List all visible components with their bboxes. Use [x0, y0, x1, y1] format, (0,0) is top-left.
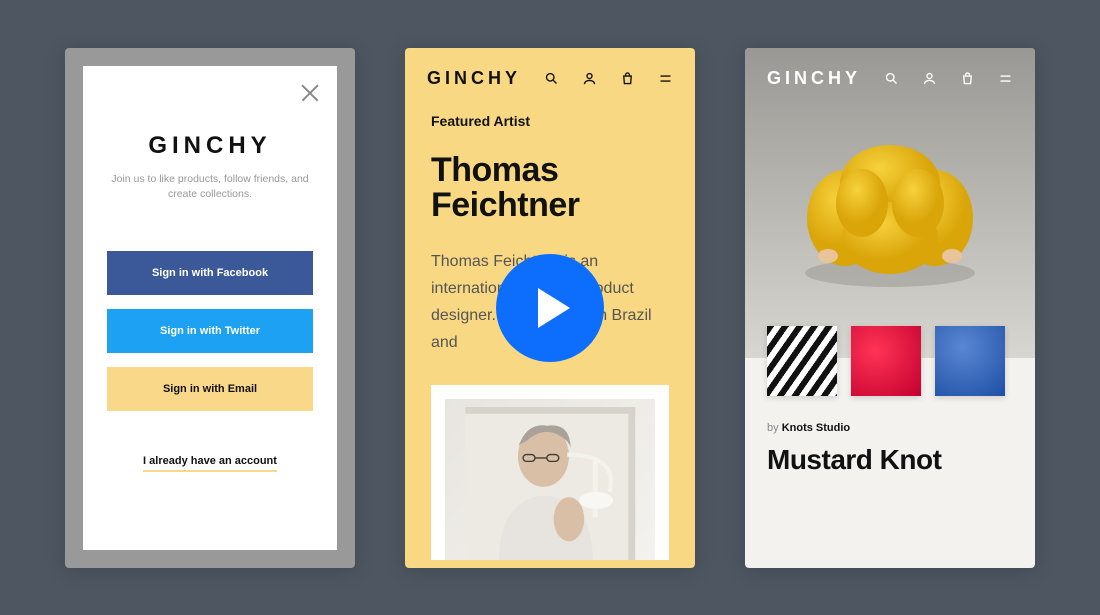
artist-photo	[431, 385, 669, 560]
artist-name: Thomas Feichtner	[431, 153, 669, 224]
thumbnail-2[interactable]	[851, 326, 921, 396]
search-icon[interactable]	[543, 70, 559, 86]
account-icon[interactable]	[921, 70, 937, 86]
knot-illustration	[780, 123, 1000, 303]
signin-card: GINCHY Join us to like products, follow …	[83, 66, 337, 550]
signin-facebook-button[interactable]: Sign in with Facebook	[107, 251, 313, 295]
already-account-link[interactable]: I already have an account	[143, 455, 277, 472]
product-info: by Knots Studio Mustard Knot	[745, 396, 1035, 476]
signin-email-button[interactable]: Sign in with Email	[107, 367, 313, 411]
search-icon[interactable]	[883, 70, 899, 86]
header: GINCHY	[405, 48, 695, 101]
brand-logo: GINCHY	[427, 68, 521, 89]
brand-logo: GINCHY	[148, 132, 271, 160]
artist-portrait	[461, 407, 640, 560]
play-icon	[538, 288, 570, 328]
brand-logo: GINCHY	[767, 68, 861, 89]
studio-name: Knots Studio	[782, 422, 850, 434]
product-thumbnails	[745, 326, 1035, 396]
menu-icon[interactable]	[997, 70, 1013, 86]
thumbnail-3[interactable]	[935, 326, 1005, 396]
header: GINCHY	[745, 48, 1035, 101]
play-button[interactable]	[496, 254, 604, 362]
account-icon[interactable]	[581, 70, 597, 86]
menu-icon[interactable]	[657, 70, 673, 86]
signin-tagline: Join us to like products, follow friends…	[110, 172, 310, 204]
product-title: Mustard Knot	[767, 444, 1013, 476]
thumbnail-1[interactable]	[767, 326, 837, 396]
signin-twitter-button[interactable]: Sign in with Twitter	[107, 309, 313, 353]
by-line: by Knots Studio	[767, 422, 1013, 434]
bag-icon[interactable]	[619, 70, 635, 86]
screen-signin: GINCHY Join us to like products, follow …	[65, 48, 355, 568]
header-icons	[883, 70, 1013, 86]
bag-icon[interactable]	[959, 70, 975, 86]
screen-product: GINCHY	[745, 48, 1035, 568]
close-icon[interactable]	[299, 82, 321, 104]
by-prefix: by	[767, 422, 782, 434]
featured-label: Featured Artist	[431, 113, 669, 129]
header-icons	[543, 70, 673, 86]
